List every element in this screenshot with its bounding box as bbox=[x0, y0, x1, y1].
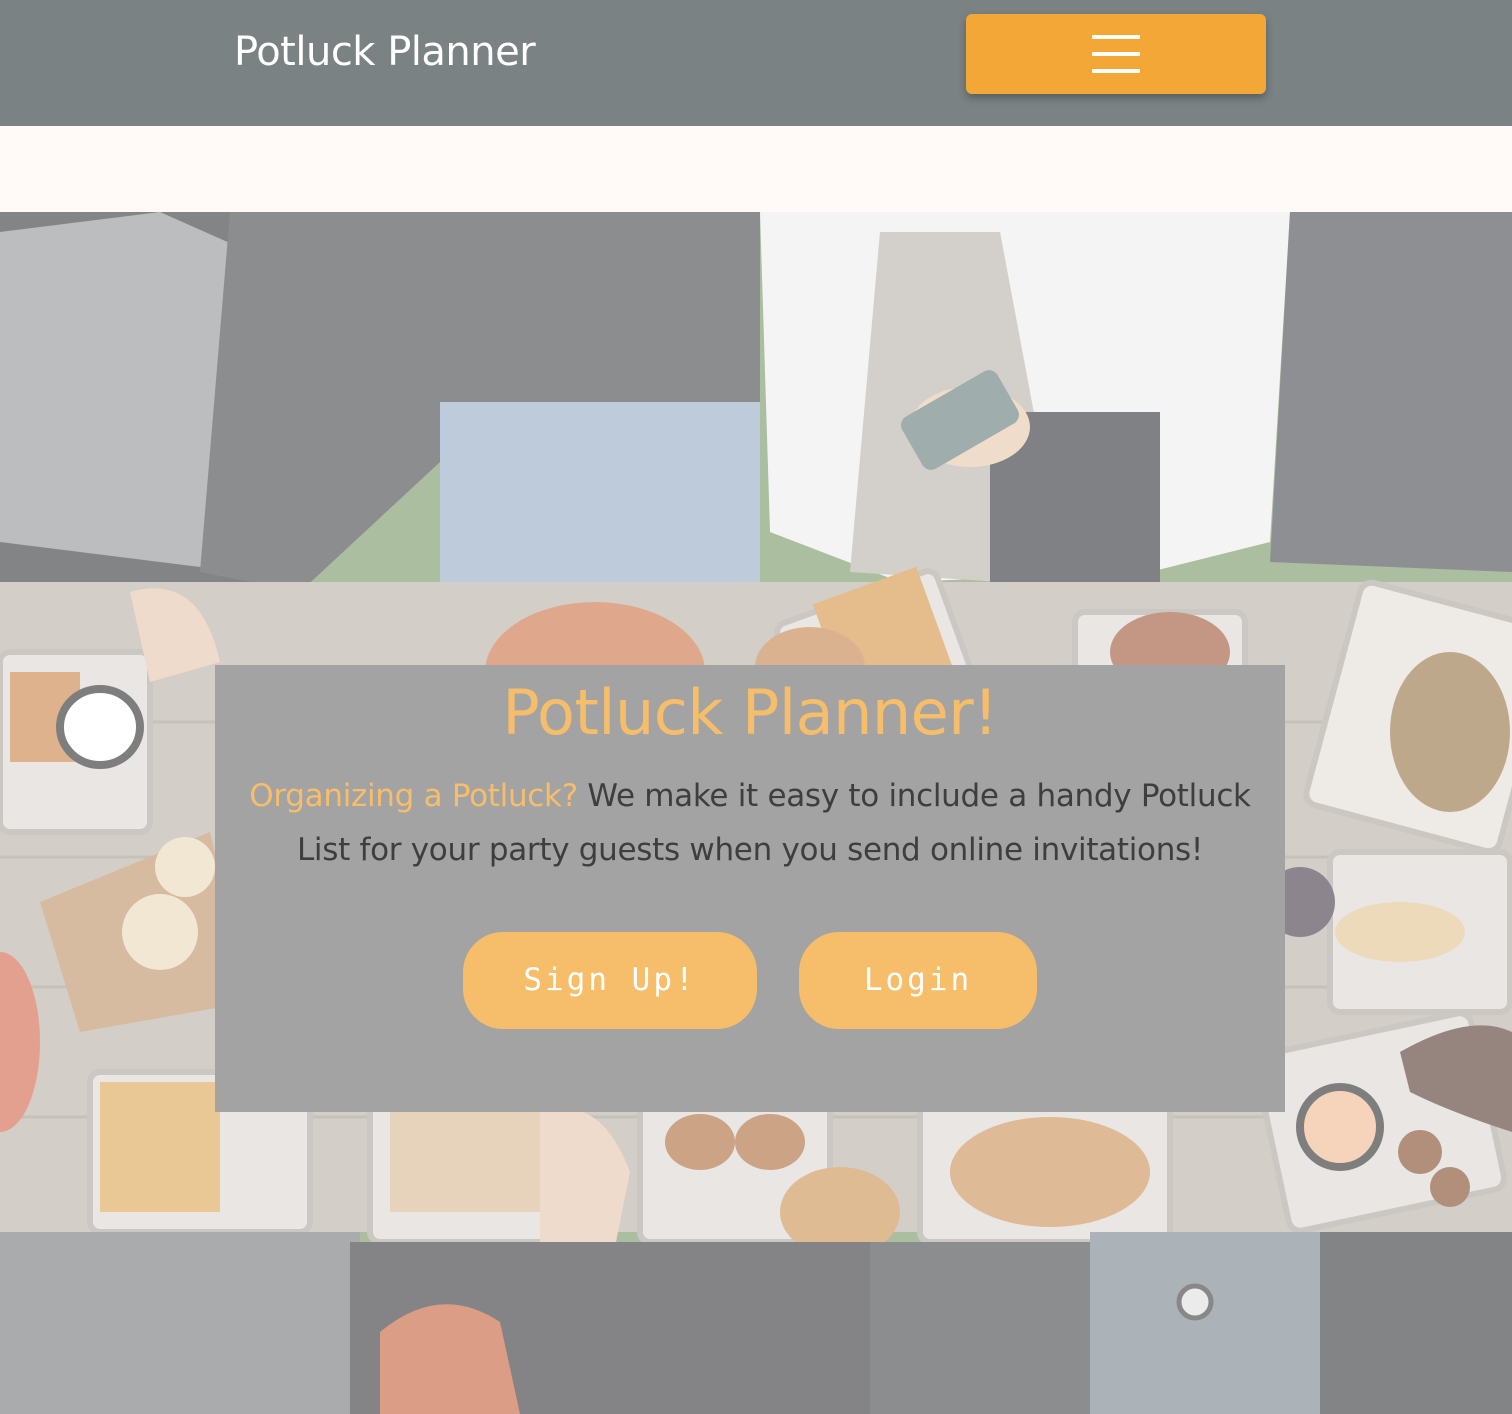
signup-button[interactable]: Sign Up! bbox=[463, 932, 757, 1029]
hero-section: Potluck Planner! Organizing a Potluck? W… bbox=[0, 212, 1512, 1414]
hero-tagline-accent: Organizing a Potluck? bbox=[249, 778, 578, 814]
brand-logo[interactable]: Potluck Planner bbox=[234, 28, 536, 76]
hero-card: Potluck Planner! Organizing a Potluck? W… bbox=[215, 665, 1285, 1112]
menu-toggle-button[interactable] bbox=[966, 14, 1266, 94]
hero-title: Potluck Planner! bbox=[502, 676, 998, 749]
hero-tagline: Organizing a Potluck? We make it easy to… bbox=[235, 769, 1265, 877]
login-button[interactable]: Login bbox=[799, 932, 1037, 1029]
top-navbar: Potluck Planner bbox=[0, 0, 1512, 126]
navbar-spacer bbox=[0, 126, 1512, 212]
hamburger-menu-icon bbox=[1092, 35, 1140, 73]
